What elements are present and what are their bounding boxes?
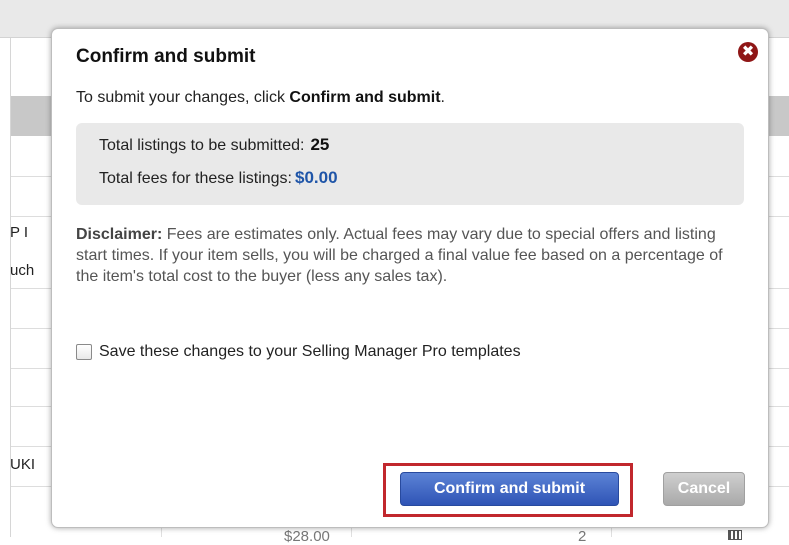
confirm-and-submit-button[interactable]: Confirm and submit: [400, 472, 619, 506]
background-label: P I: [10, 224, 29, 241]
total-fees-line: Total fees for these listings: $0.00: [99, 168, 338, 188]
listings-count-value: 25: [310, 135, 330, 154]
dialog-instruction: To submit your changes, click Confirm an…: [76, 89, 445, 107]
background-label: uch: [10, 262, 35, 279]
background-label: UKI: [10, 456, 36, 473]
summary-box: Total listings to be submitted: 25 Total …: [76, 123, 744, 205]
instruction-suffix: .: [440, 89, 445, 106]
listings-count-label: Total listings to be submitted:: [99, 137, 305, 154]
instruction-prefix: To submit your changes, click: [76, 89, 290, 106]
save-templates-label[interactable]: Save these changes to your Selling Manag…: [99, 343, 521, 361]
total-fees-value: $0.00: [294, 168, 338, 187]
instruction-action-name: Confirm and submit: [289, 89, 441, 106]
dialog-title: Confirm and submit: [76, 46, 256, 67]
total-fees-label: Total fees for these listings:: [99, 170, 292, 187]
disclaimer-text: Fees are estimates only. Actual fees may…: [76, 226, 723, 285]
save-templates-checkbox[interactable]: [76, 344, 92, 360]
disclaimer-label: Disclaimer:: [76, 226, 163, 243]
disclaimer: Disclaimer: Fees are estimates only. Act…: [76, 224, 736, 287]
cancel-button[interactable]: Cancel: [663, 472, 745, 506]
save-templates-row[interactable]: Save these changes to your Selling Manag…: [76, 343, 521, 361]
listings-count-line: Total listings to be submitted: 25: [99, 135, 329, 155]
confirm-dialog: Confirm and submit ✖ To submit your chan…: [51, 28, 769, 528]
calendar-icon[interactable]: [728, 530, 742, 540]
close-icon[interactable]: ✖: [738, 42, 758, 62]
